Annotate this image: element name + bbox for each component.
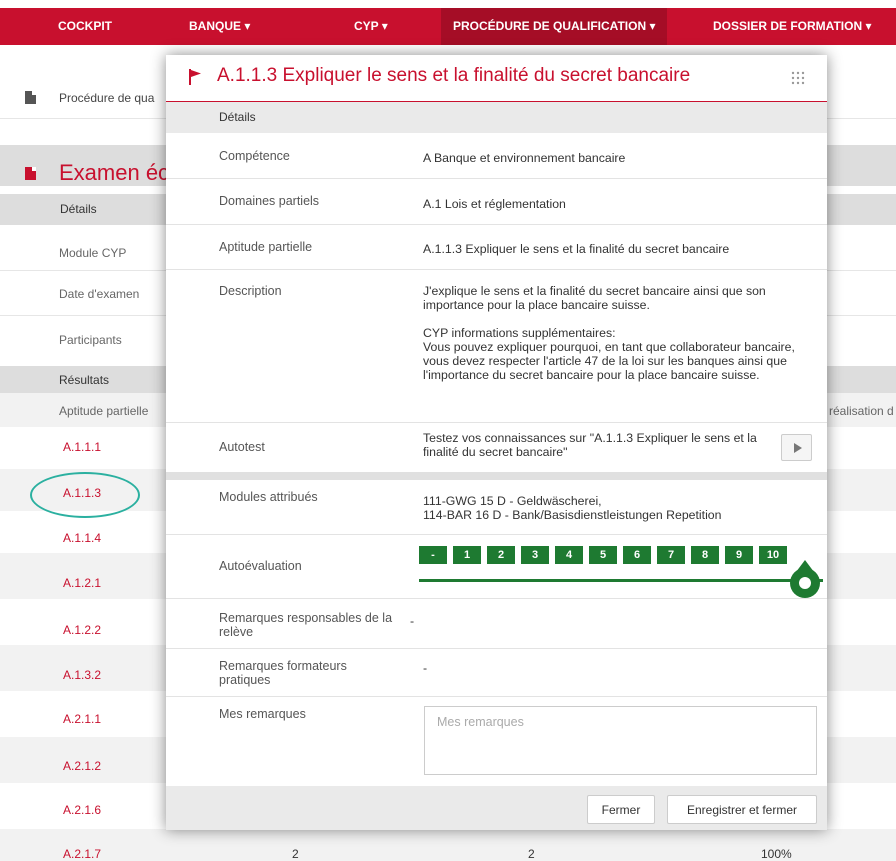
nav-cockpit[interactable]: COCKPIT bbox=[58, 8, 112, 45]
cyp-info-title: CYP informations supplémentaires: bbox=[423, 326, 616, 340]
description-paragraph: J'explique le sens et la finalité du sec… bbox=[423, 284, 766, 312]
field-value: A.1.1.3 Expliquer le sens et la finalité… bbox=[423, 242, 730, 256]
document-red-icon bbox=[25, 167, 36, 180]
cell-value: 100% bbox=[761, 847, 792, 861]
top-spacer bbox=[0, 0, 896, 8]
rating-option[interactable]: 9 bbox=[725, 546, 753, 564]
dialog-title: A.1.1.3 Expliquer le sens et la finalité… bbox=[217, 65, 691, 86]
field-label: Description bbox=[219, 284, 282, 298]
row-label-date: Date d'examen bbox=[59, 287, 140, 301]
rating-slider-handle[interactable] bbox=[790, 568, 820, 598]
main-nav: COCKPIT BANQUE ▾ CYP ▾ PROCÉDURE DE QUAL… bbox=[0, 8, 896, 45]
field-row-domaines: Domaines partiels A.1 Lois et réglementa… bbox=[166, 179, 827, 225]
field-row-modules: Modules attribués 111-GWG 15 D - Geldwäs… bbox=[166, 480, 827, 535]
dialog-footer: Fermer Enregistrer et fermer bbox=[166, 786, 827, 830]
rating-option[interactable]: - bbox=[419, 546, 447, 564]
field-row-description: Description J'explique le sens et la fin… bbox=[166, 270, 827, 423]
result-link[interactable]: A.2.1.7 bbox=[63, 847, 101, 861]
result-link[interactable]: A.1.2.2 bbox=[63, 623, 101, 637]
result-link[interactable]: A.2.1.6 bbox=[63, 803, 101, 817]
col-realisation: réalisation d bbox=[829, 404, 894, 418]
rating-option[interactable]: 4 bbox=[555, 546, 583, 564]
dialog-details-bar: Détails bbox=[166, 102, 827, 133]
rating-option[interactable]: 7 bbox=[657, 546, 685, 564]
field-row-remarques-releve: Remarques responsables de la relève - bbox=[166, 599, 827, 649]
nav-cyp[interactable]: CYP ▾ bbox=[354, 8, 388, 45]
field-label: Autoévaluation bbox=[219, 559, 302, 573]
flag-icon bbox=[189, 69, 201, 85]
result-link[interactable]: A.1.3.2 bbox=[63, 668, 101, 682]
rating-scale: - 1 2 3 4 5 6 7 8 9 10 bbox=[419, 546, 787, 564]
rating-option[interactable]: 8 bbox=[691, 546, 719, 564]
field-row-autoevaluation: Autoévaluation bbox=[166, 535, 827, 599]
result-link[interactable]: A.2.1.1 bbox=[63, 712, 101, 726]
cyp-info-text: Vous pouvez expliquer pourquoi, en tant … bbox=[423, 340, 795, 382]
result-link[interactable]: A.1.2.1 bbox=[63, 576, 101, 590]
field-label: Autotest bbox=[219, 440, 265, 454]
close-button[interactable]: Fermer bbox=[587, 795, 655, 824]
result-link[interactable]: A.1.1.4 bbox=[63, 531, 101, 545]
nav-dossier-formation[interactable]: DOSSIER DE FORMATION ▾ bbox=[713, 8, 871, 45]
results-label: Résultats bbox=[59, 373, 110, 387]
breadcrumb[interactable]: Procédure de qua bbox=[59, 91, 154, 105]
field-value: A.1 Lois et réglementation bbox=[423, 197, 566, 211]
field-row-remarques-formateurs: Remarques formateurs pratiques - bbox=[166, 649, 827, 697]
details-label: Détails bbox=[60, 202, 97, 216]
field-label: Remarques responsables de la relève bbox=[219, 611, 393, 639]
rating-option[interactable]: 2 bbox=[487, 546, 515, 564]
save-and-close-button[interactable]: Enregistrer et fermer bbox=[667, 795, 817, 824]
rating-option-selected[interactable]: 10 bbox=[759, 546, 787, 564]
highlight-circle bbox=[30, 472, 140, 518]
rating-slider-track[interactable] bbox=[419, 579, 823, 582]
description-text: J'explique le sens et la finalité du sec… bbox=[423, 284, 813, 382]
col-aptitude-partielle: Aptitude partielle bbox=[59, 404, 149, 418]
field-row-competence: Compétence A Banque et environnement ban… bbox=[166, 134, 827, 179]
field-value: - bbox=[410, 614, 415, 628]
result-link[interactable]: A.2.1.2 bbox=[63, 759, 101, 773]
field-label: Aptitude partielle bbox=[219, 240, 313, 254]
result-link[interactable]: A.1.1.1 bbox=[63, 440, 101, 454]
drag-handle-icon[interactable] bbox=[791, 71, 805, 85]
dialog-header: A.1.1.3 Expliquer le sens et la finalité… bbox=[166, 55, 827, 102]
section-title: Examen écr bbox=[59, 160, 177, 185]
autotest-play-button[interactable] bbox=[781, 434, 812, 461]
field-label: Remarques formateurs pratiques bbox=[219, 659, 347, 687]
rating-option[interactable]: 5 bbox=[589, 546, 617, 564]
module-item: 111-GWG 15 D - Geldwäscherei, bbox=[423, 494, 602, 508]
rating-option[interactable]: 1 bbox=[453, 546, 481, 564]
row-label-participants: Participants bbox=[59, 333, 122, 347]
cell-value: 2 bbox=[528, 847, 535, 861]
field-row-aptitude: Aptitude partielle A.1.1.3 Expliquer le … bbox=[166, 225, 827, 270]
mes-remarques-input[interactable] bbox=[424, 706, 817, 775]
module-item: 114-BAR 16 D - Bank/Basisdienstleistunge… bbox=[423, 508, 722, 522]
document-icon bbox=[25, 91, 36, 104]
autotest-text: Testez vos connaissances sur "A.1.1.3 Ex… bbox=[423, 431, 757, 459]
field-value: A Banque et environnement bancaire bbox=[423, 151, 626, 165]
nav-procedure-qualification[interactable]: PROCÉDURE DE QUALIFICATION ▾ bbox=[441, 8, 668, 45]
rating-option[interactable]: 6 bbox=[623, 546, 651, 564]
cell-value: 2 bbox=[292, 847, 299, 861]
section-separator bbox=[166, 472, 827, 480]
modules-list: 111-GWG 15 D - Geldwäscherei, 114-BAR 16… bbox=[423, 494, 813, 522]
field-row-autotest: Autotest Testez vos connaissances sur "A… bbox=[166, 423, 827, 472]
rating-option[interactable]: 3 bbox=[521, 546, 549, 564]
field-label: Compétence bbox=[219, 149, 290, 163]
field-label: Modules attribués bbox=[219, 490, 318, 504]
field-value: - bbox=[423, 661, 428, 675]
aptitude-dialog: A.1.1.3 Expliquer le sens et la finalité… bbox=[166, 55, 827, 830]
field-label: Mes remarques bbox=[219, 707, 306, 721]
nav-banque[interactable]: BANQUE ▾ bbox=[189, 8, 250, 45]
row-label-module: Module CYP bbox=[59, 246, 127, 260]
field-label: Domaines partiels bbox=[219, 194, 320, 208]
